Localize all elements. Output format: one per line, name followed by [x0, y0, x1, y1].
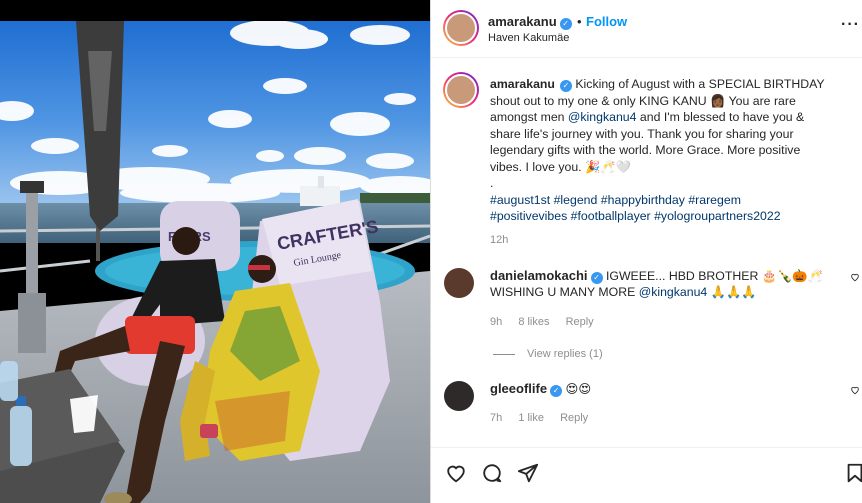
comment-line-2-prefix: WISHING U MANY MORE	[490, 285, 639, 299]
reply-button[interactable]: Reply	[560, 412, 588, 424]
hashtag[interactable]: #happybirthday	[601, 193, 685, 207]
caption-emoji-1: 👩🏾	[710, 93, 726, 108]
hashtag[interactable]: #yologroupartners2022	[654, 209, 780, 223]
commenter-avatar[interactable]	[444, 268, 474, 298]
post-header: amarakanu ✓ • Follow Haven Kakumäe ···	[431, 0, 862, 58]
hashtag[interactable]: #footballplayer	[571, 209, 651, 223]
post-actions-bar	[431, 447, 862, 503]
comment-text: gleeoflife ✓ 😍😍	[490, 381, 830, 397]
verified-badge-icon: ✓	[550, 385, 563, 397]
caption-author-avatar[interactable]	[443, 72, 479, 108]
hashtag[interactable]: #legend	[554, 193, 598, 207]
caption-text: amarakanu ✓ Kicking of August with a SPEC…	[490, 76, 835, 225]
post-details-panel: amarakanu ✓ • Follow Haven Kakumäe ··· am…	[431, 0, 862, 503]
heart-icon[interactable]	[445, 462, 467, 484]
comment-line-2-suffix: 🙏🙏🙏	[707, 285, 757, 299]
caption-mention[interactable]: @kingkanu4	[568, 110, 637, 124]
view-replies-text[interactable]: View replies (1)	[527, 348, 603, 360]
comment-meta: 7h 1 like Reply	[490, 412, 601, 424]
comment-text: danielamokachi ✓ IGWEEE... HBD BROTHER 🎂🍾…	[490, 268, 830, 300]
hashtag[interactable]: #august1st	[490, 193, 550, 207]
comment-like-heart-icon[interactable]	[850, 272, 860, 282]
view-replies-button[interactable]: View replies (1)	[493, 348, 603, 360]
comment-body: 😍😍	[565, 382, 592, 396]
comment-timestamp[interactable]: 7h	[490, 412, 502, 424]
post-photo-pane: FTERS CRAFTER'S Gin Lounge	[0, 0, 430, 503]
author-avatar[interactable]	[443, 10, 479, 46]
comment-icon[interactable]	[481, 462, 503, 484]
comment-meta: 9h 8 likes Reply	[490, 316, 607, 328]
replies-line	[493, 353, 515, 355]
post-photo[interactable]: FTERS CRAFTER'S Gin Lounge	[0, 21, 430, 503]
bookmark-icon[interactable]	[844, 462, 862, 484]
caption-timestamp[interactable]: 12h	[490, 234, 508, 246]
comment-likes[interactable]: 8 likes	[518, 316, 549, 328]
verified-badge-icon: ✓	[559, 80, 572, 92]
photo-top-bar	[0, 0, 430, 21]
comment-timestamp[interactable]: 9h	[490, 316, 502, 328]
hashtag[interactable]: #positivevibes	[490, 209, 567, 223]
commenter-username[interactable]: gleeoflife	[490, 381, 547, 396]
share-icon[interactable]	[517, 462, 539, 484]
header-separator: •	[577, 14, 582, 29]
comment-likes[interactable]: 1 like	[518, 412, 544, 424]
comment-like-heart-icon[interactable]	[850, 385, 860, 395]
comment-mention[interactable]: @kingkanu4	[639, 285, 708, 299]
more-options-icon[interactable]: ···	[841, 16, 860, 34]
caption-period: .	[490, 176, 494, 190]
post-location[interactable]: Haven Kakumäe	[488, 32, 569, 44]
commenter-username[interactable]: danielamokachi	[490, 268, 588, 283]
caption-author-username[interactable]: amarakanu	[490, 77, 555, 91]
verified-badge-icon: ✓	[559, 18, 572, 30]
author-username[interactable]: amarakanu ✓	[488, 14, 572, 30]
commenter-avatar[interactable]	[444, 381, 474, 411]
hashtag[interactable]: #raregem	[688, 193, 741, 207]
caption-emoji-2: 🎉🥂🤍	[585, 159, 631, 174]
author-username-text[interactable]: amarakanu	[488, 14, 557, 29]
verified-badge-icon: ✓	[590, 272, 603, 284]
comment-line-1: IGWEEE... HBD BROTHER 🎂🍾🎃🥂	[605, 269, 823, 283]
reply-button[interactable]: Reply	[566, 316, 594, 328]
follow-button[interactable]: Follow	[586, 14, 627, 29]
